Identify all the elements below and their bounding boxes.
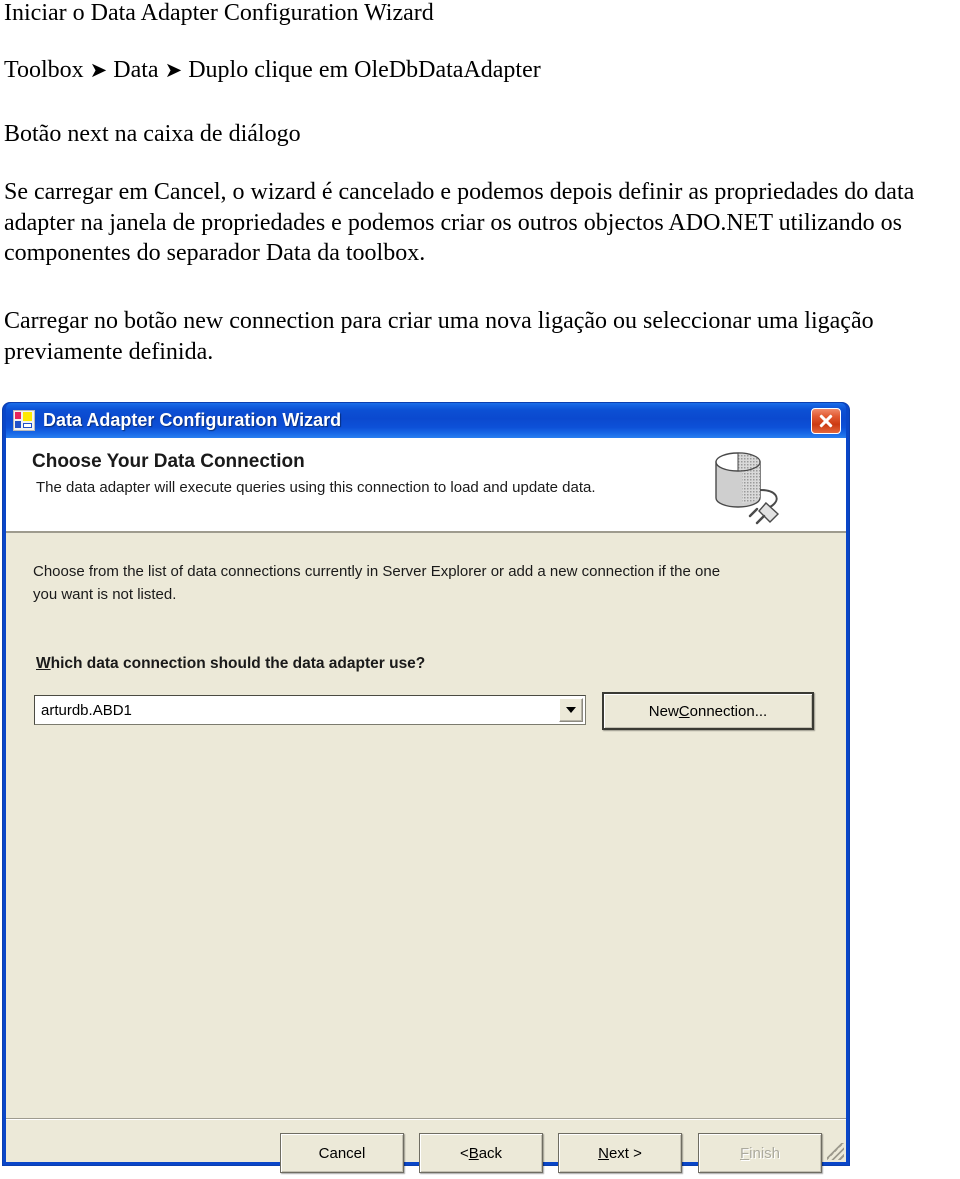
- paragraph-new-connection-note: Carregar no botão new connection para cr…: [4, 308, 874, 365]
- data-connection-combobox[interactable]: arturdb.ABD1: [34, 695, 586, 725]
- arrow-right-icon: ➤: [89, 58, 108, 82]
- finish-button: Finish: [698, 1133, 822, 1173]
- breadcrumb-item-toolbox: Toolbox: [4, 57, 84, 83]
- chevron-down-icon[interactable]: [559, 698, 583, 722]
- finish-button-label: inish: [749, 1144, 781, 1162]
- breadcrumb-item-data: Data: [113, 57, 159, 83]
- wizard-subheading: The data adapter will execute queries us…: [36, 479, 596, 496]
- back-button[interactable]: < Back: [419, 1133, 543, 1173]
- dialog-title: Data Adapter Configuration Wizard: [43, 410, 342, 430]
- new-connection-label-after: onnection...: [689, 702, 768, 720]
- new-connection-label-before: New: [648, 702, 679, 720]
- back-button-prefix: <: [459, 1144, 469, 1162]
- accelerator-letter: W: [36, 655, 51, 672]
- breadcrumb-item-action: Duplo clique em OleDbDataAdapter: [188, 57, 541, 83]
- accelerator-letter: B: [468, 1144, 479, 1162]
- cancel-button[interactable]: Cancel: [280, 1133, 404, 1173]
- wizard-header: Choose Your Data Connection The data ada…: [6, 438, 846, 533]
- new-connection-button[interactable]: New Connection...: [602, 692, 814, 730]
- dialog-footer: Cancel < Back Next > Finish: [6, 1133, 846, 1179]
- connection-instructions: Choose from the list of data connections…: [33, 563, 721, 603]
- dialog-client-area: Choose Your Data Connection The data ada…: [6, 438, 846, 1173]
- back-button-label: ack: [478, 1144, 503, 1162]
- dialog-title-bar[interactable]: Data Adapter Configuration Wizard: [6, 403, 846, 438]
- step-instruction: Botão next na caixa de diálogo: [4, 121, 301, 147]
- resize-grip[interactable]: [827, 1143, 844, 1160]
- page-title: Iniciar o Data Adapter Configuration Wiz…: [4, 0, 434, 26]
- data-adapter-configuration-wizard-dialog: Data Adapter Configuration Wizard Choose…: [3, 403, 849, 1173]
- breadcrumb: Toolbox ➤ Data ➤ Duplo clique em OleDbDa…: [4, 57, 541, 84]
- wizard-body: Choose from the list of data connections…: [6, 533, 846, 1173]
- cancel-button-label: Cancel: [318, 1144, 366, 1162]
- data-connection-value: arturdb.ABD1: [41, 701, 132, 719]
- accelerator-letter: F: [739, 1144, 750, 1162]
- connection-field-label-rest: hich data connection should the data ada…: [50, 655, 426, 672]
- paragraph-cancel-note: Se carregar em Cancel, o wizard é cancel…: [4, 179, 915, 267]
- connection-field-label: Which data connection should the data ad…: [36, 655, 425, 673]
- accelerator-letter: N: [598, 1144, 609, 1162]
- next-button[interactable]: Next >: [558, 1133, 682, 1173]
- database-with-plug-icon: [715, 452, 780, 525]
- visual-studio-icon: [13, 410, 35, 431]
- accelerator-letter: C: [678, 702, 690, 720]
- close-icon[interactable]: [811, 407, 841, 434]
- footer-separator: [6, 1118, 846, 1120]
- next-button-label: ext >: [608, 1144, 642, 1162]
- arrow-right-icon: ➤: [164, 58, 183, 82]
